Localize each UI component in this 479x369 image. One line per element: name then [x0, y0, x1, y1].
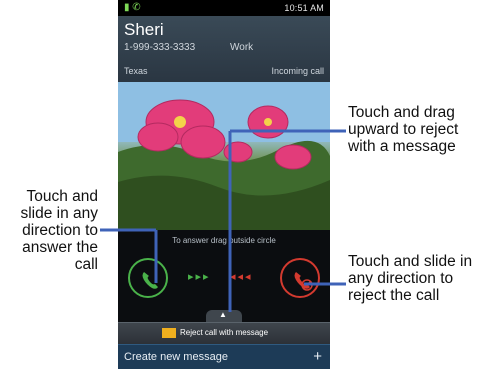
callout-reject-message: Touch and drag upward to reject with a m… [348, 104, 459, 155]
callout-lines [100, 129, 346, 312]
callout-answer: Touch and slide in any direction to answ… [20, 188, 98, 273]
callout-reject-call: Touch and slide in any direction to reje… [348, 253, 473, 304]
